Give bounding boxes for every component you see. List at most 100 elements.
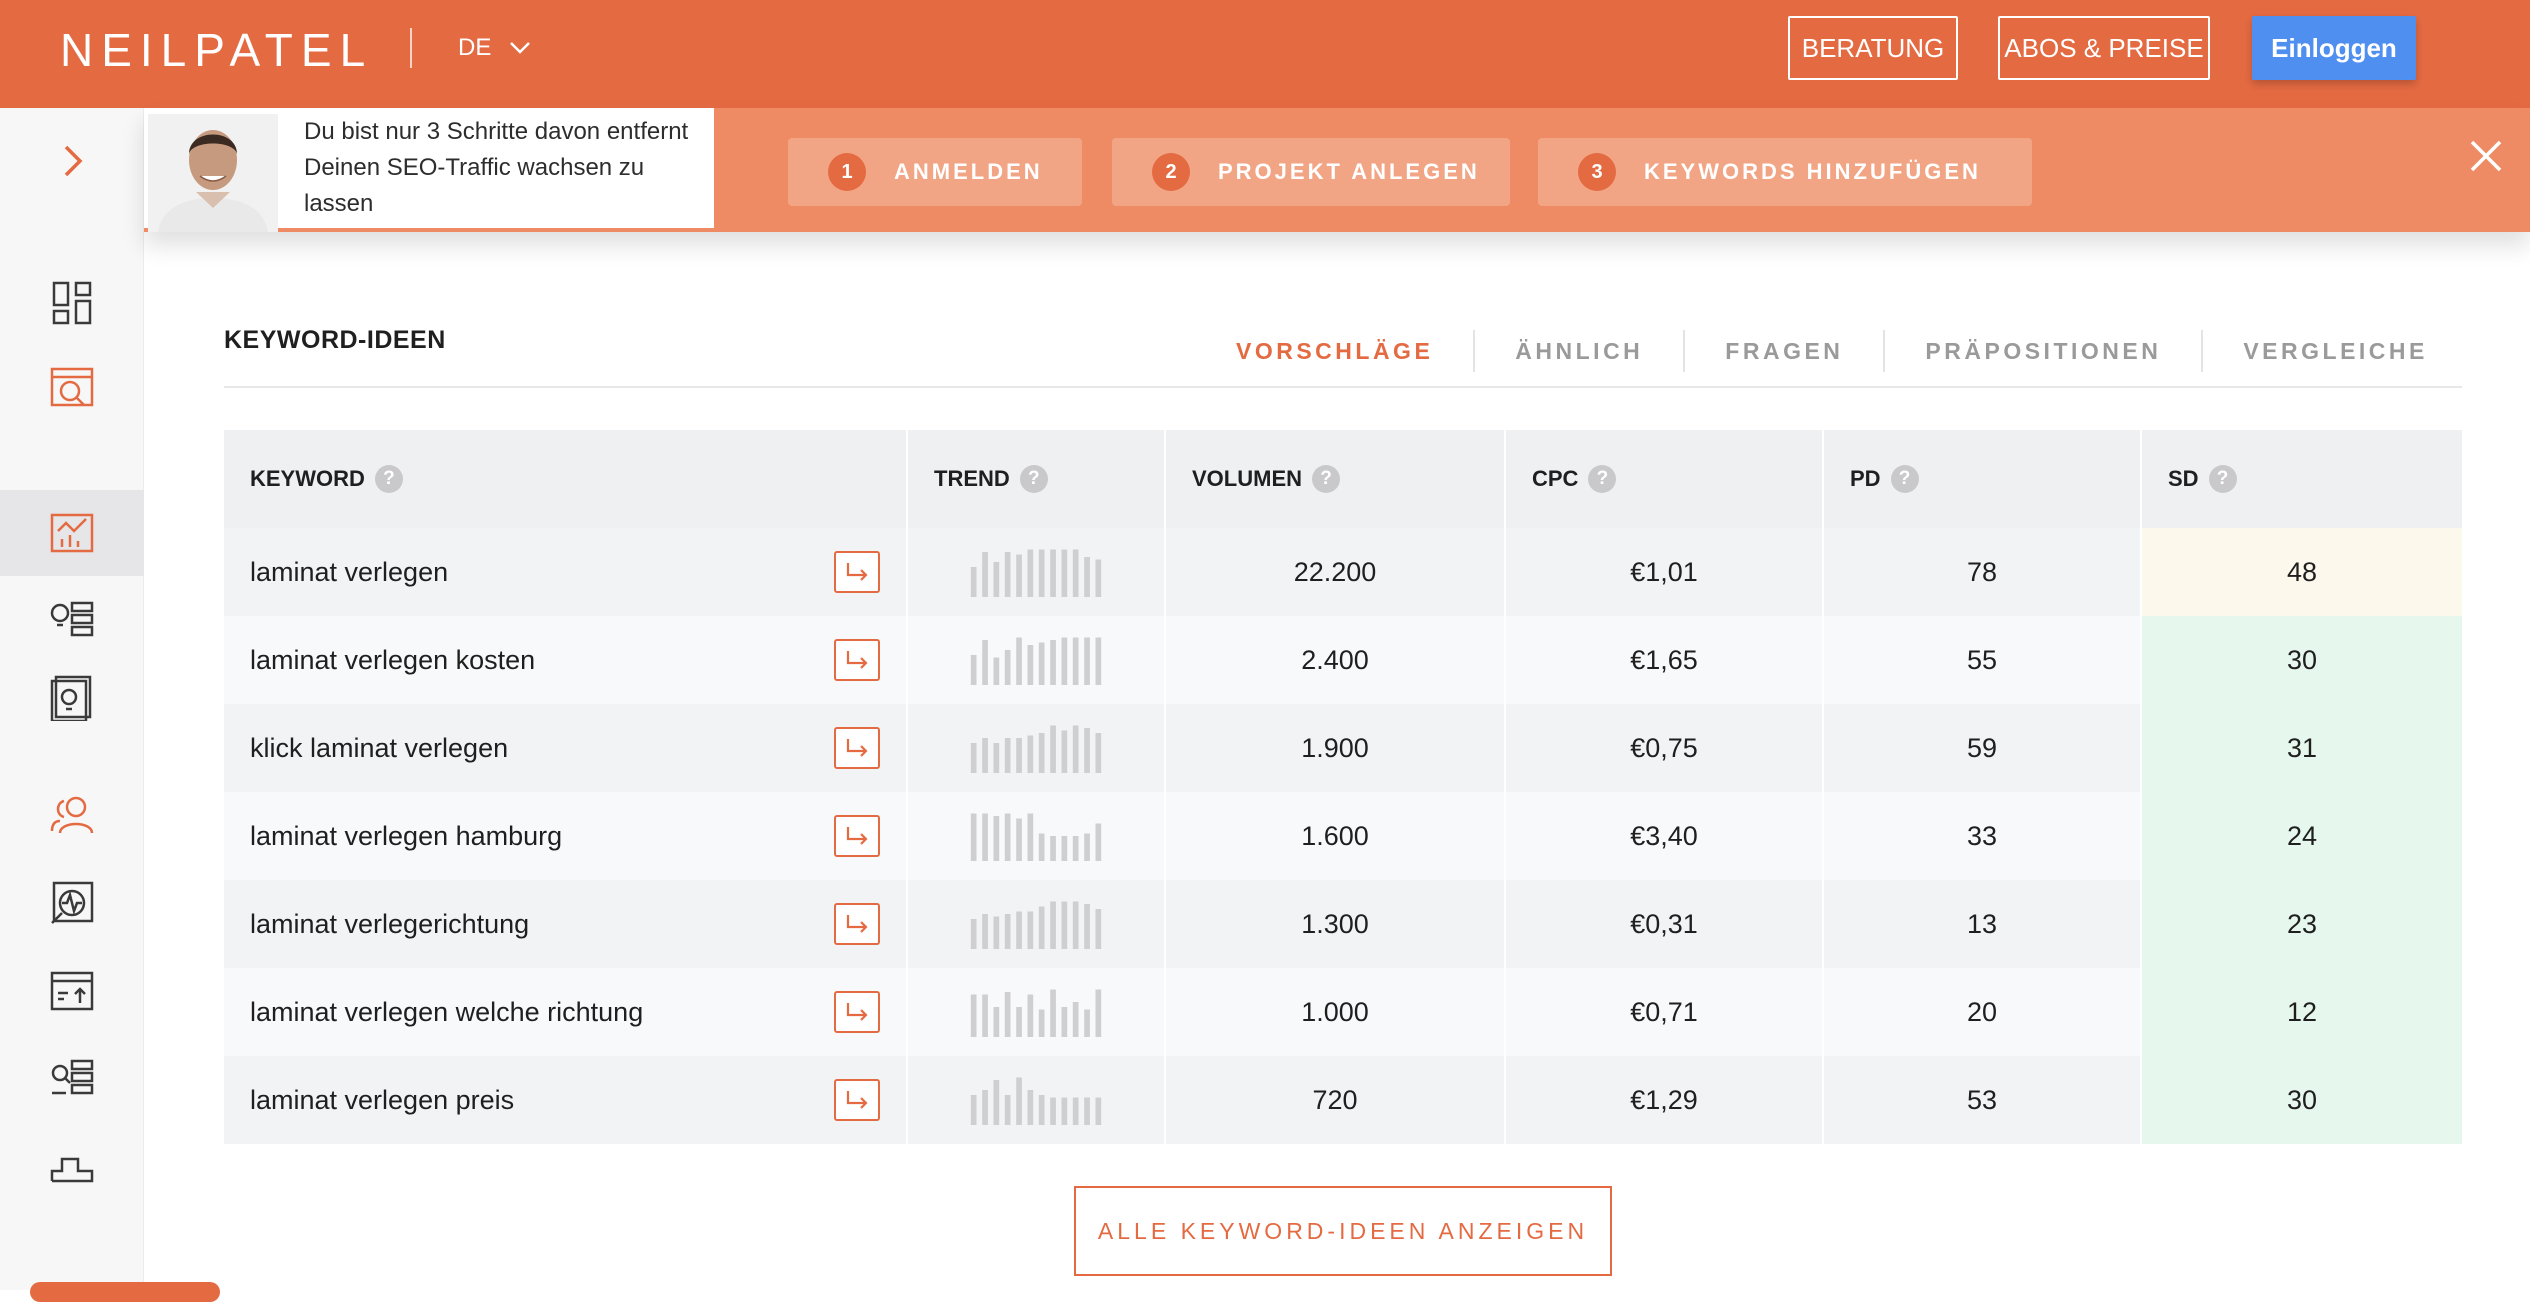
- tab-aehnlich[interactable]: ÄHNLICH: [1475, 330, 1686, 372]
- keyword-cell: klick laminat verlegen: [224, 704, 908, 792]
- trend-sparkline: [970, 637, 1102, 685]
- help-icon[interactable]: ?: [1588, 465, 1617, 493]
- sidebar-item-keyword-overview[interactable]: [0, 490, 144, 576]
- trend-bar: [1084, 557, 1090, 597]
- keyword-text[interactable]: laminat verlegen: [250, 557, 448, 588]
- help-icon[interactable]: ?: [1312, 465, 1340, 493]
- table-row[interactable]: klick laminat verlegen 1.900 €0,75 59 31: [224, 704, 2462, 792]
- table-row[interactable]: laminat verlegerichtung 1.300 €0,31 13 2…: [224, 880, 2462, 968]
- table-row[interactable]: laminat verlegen 22.200 €1,01 78 48: [224, 528, 2462, 616]
- logo[interactable]: NEILPATEL: [60, 22, 373, 78]
- trend-bar: [1061, 1097, 1068, 1125]
- language-selector[interactable]: DE: [458, 28, 531, 68]
- help-icon[interactable]: ?: [374, 465, 403, 493]
- trend-bar: [1027, 735, 1034, 773]
- step-anmelden[interactable]: 1 ANMELDEN: [788, 138, 1082, 206]
- keyword-text[interactable]: laminat verlegerichtung: [250, 909, 529, 940]
- trend-cell: [908, 616, 1166, 704]
- sidebar-item-backlinks[interactable]: [0, 772, 144, 858]
- column-header-pd: PD ?: [1824, 430, 2142, 528]
- sidebar-item-dashboard[interactable]: [0, 260, 144, 346]
- keyword-text[interactable]: laminat verlegen preis: [250, 1085, 514, 1116]
- cpc-cell: €1,29: [1506, 1056, 1824, 1144]
- sidebar-item-seo-analyzer[interactable]: [0, 1034, 144, 1120]
- sidebar-bottom-pill[interactable]: [30, 1282, 220, 1302]
- trend-bar: [1038, 1095, 1045, 1125]
- keyword-cell: laminat verlegen hamburg: [224, 792, 908, 880]
- keyword-open-button[interactable]: [834, 639, 880, 681]
- keyword-open-button[interactable]: [834, 991, 880, 1033]
- column-header-volume: VOLUMEN ?: [1166, 430, 1506, 528]
- onboarding-message: Du bist nur 3 Schritte davon entfernt De…: [304, 118, 689, 217]
- trend-bar: [1027, 994, 1034, 1037]
- pd-cell: 20: [1824, 968, 2142, 1056]
- keyword-tabs: VORSCHLÄGE ÄHNLICH FRAGEN PRÄPOSITIONEN …: [1196, 330, 2468, 372]
- redirect-arrow-icon: [846, 563, 868, 581]
- trend-bar: [1050, 725, 1056, 773]
- keyword-text[interactable]: laminat verlegen hamburg: [250, 821, 562, 852]
- sidebar-item-rank-tracking[interactable]: [0, 948, 144, 1034]
- trend-bar: [982, 813, 988, 861]
- keyword-text[interactable]: laminat verlegen welche richtung: [250, 997, 643, 1028]
- trend-bar: [970, 655, 977, 685]
- trend-bar: [982, 994, 988, 1037]
- trend-bar: [1038, 642, 1045, 685]
- trend-bar: [1050, 836, 1056, 861]
- volume-cell: 2.400: [1166, 616, 1506, 704]
- step-number: 1: [828, 153, 866, 191]
- tab-fragen[interactable]: FRAGEN: [1685, 330, 1886, 372]
- trend-bar: [1084, 637, 1090, 685]
- help-icon[interactable]: ?: [2208, 465, 2237, 493]
- trend-sparkline: [970, 901, 1102, 949]
- trend-cell: [908, 704, 1166, 792]
- keyword-open-button[interactable]: [834, 727, 880, 769]
- keyword-open-button[interactable]: [834, 1079, 880, 1121]
- keyword-open-button[interactable]: [834, 903, 880, 945]
- tab-praepositionen[interactable]: PRÄPOSITIONEN: [1885, 330, 2204, 372]
- chevron-right-icon: [64, 145, 83, 177]
- trend-bar: [1095, 733, 1102, 773]
- tab-vorschlaege[interactable]: VORSCHLÄGE: [1196, 330, 1476, 372]
- table-row[interactable]: laminat verlegen preis 720 €1,29 53 30: [224, 1056, 2462, 1144]
- step-label: PROJEKT ANLEGEN: [1218, 159, 1480, 184]
- trend-bar: [982, 914, 988, 949]
- volume-cell: 720: [1166, 1056, 1506, 1144]
- trend-bar: [1084, 1097, 1090, 1125]
- trend-cell: [908, 968, 1166, 1056]
- keyword-text[interactable]: laminat verlegen kosten: [250, 645, 535, 676]
- show-all-keywords-button[interactable]: ALLE KEYWORD-IDEEN ANZEIGEN: [1074, 1186, 1612, 1276]
- sidebar-expand-button[interactable]: [0, 118, 144, 204]
- step-projekt-anlegen[interactable]: 2 PROJEKT ANLEGEN: [1112, 138, 1510, 206]
- help-icon[interactable]: ?: [1890, 465, 1919, 493]
- trend-bar: [993, 657, 1000, 685]
- close-icon[interactable]: [2462, 132, 2510, 180]
- trend-bar: [1038, 1009, 1045, 1037]
- abos-preise-button[interactable]: ABOS & PREISE: [1998, 16, 2210, 80]
- trend-bar: [1004, 1095, 1011, 1125]
- sidebar-item-traffic-analyzer[interactable]: [0, 860, 144, 946]
- keyword-open-button[interactable]: [834, 815, 880, 857]
- trend-sparkline: [970, 989, 1102, 1037]
- pd-cell: 53: [1824, 1056, 2142, 1144]
- sidebar-item-site-audit[interactable]: [0, 344, 144, 430]
- table-row[interactable]: laminat verlegen hamburg 1.600 €3,40 33 …: [224, 792, 2462, 880]
- trend-bar: [1084, 728, 1090, 773]
- keyword-text[interactable]: klick laminat verlegen: [250, 733, 508, 764]
- login-button[interactable]: Einloggen: [2252, 16, 2416, 80]
- sidebar-item-extensions[interactable]: [0, 1122, 144, 1208]
- tab-vergleiche[interactable]: VERGLEICHE: [2203, 330, 2468, 372]
- chevron-down-icon: [510, 42, 531, 54]
- trend-sparkline: [970, 1077, 1102, 1125]
- sidebar-item-content-ideas[interactable]: [0, 654, 144, 740]
- step-keywords-hinzufuegen[interactable]: 3 KEYWORDS HINZUFÜGEN: [1538, 138, 2032, 206]
- beratung-button[interactable]: BERATUNG: [1788, 16, 1958, 80]
- step-label: KEYWORDS HINZUFÜGEN: [1644, 159, 1981, 184]
- table-row[interactable]: laminat verlegen kosten 2.400 €1,65 55 3…: [224, 616, 2462, 704]
- trend-bar: [982, 738, 988, 773]
- table-row[interactable]: laminat verlegen welche richtung 1.000 €…: [224, 968, 2462, 1056]
- help-icon[interactable]: ?: [1019, 465, 1048, 493]
- divider: [410, 28, 412, 68]
- column-header-label: VOLUMEN: [1192, 466, 1302, 491]
- keyword-open-button[interactable]: [834, 551, 880, 593]
- sidebar-item-keyword-ideas[interactable]: [0, 576, 144, 662]
